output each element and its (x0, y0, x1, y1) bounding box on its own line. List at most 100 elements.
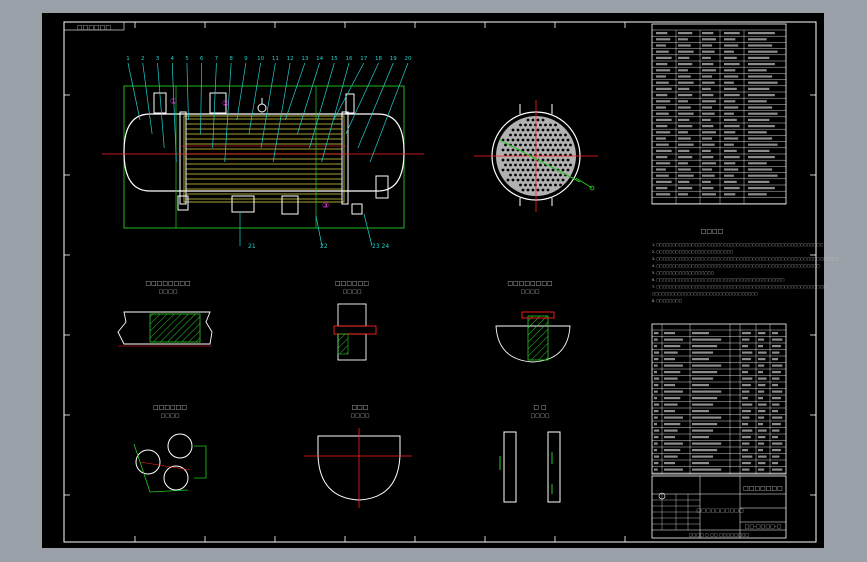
tube-hole (546, 178, 550, 182)
tube-hole (556, 138, 560, 142)
parts-cell-text (758, 390, 765, 393)
design-cell-text (748, 180, 770, 183)
parts-cell-text (758, 351, 767, 354)
tube-hole (541, 118, 545, 122)
design-cell-text (702, 75, 713, 78)
parts-cell-text (654, 371, 657, 374)
parts-cell-text (664, 390, 683, 393)
drawing-sheet: □□□□□□ 1 2 3 4 5 6 7 8 9 10 11 12 13 14 15 16 17 18 19 20 (42, 13, 839, 548)
tube-hole (561, 178, 565, 182)
design-cell-text (678, 75, 691, 78)
parts-cell-text (692, 351, 714, 354)
parts-cell-text (664, 364, 683, 367)
parts-cell-text (664, 416, 683, 419)
tube-hole (556, 178, 560, 182)
parts-cell-text (654, 449, 657, 452)
parts-cell-text (692, 332, 709, 335)
parts-cell-text (654, 332, 659, 335)
design-cell-text (656, 156, 668, 159)
tube-hole (534, 183, 537, 187)
design-cell-text (724, 193, 736, 196)
design-cell-text (748, 156, 775, 159)
design-cell-text (678, 106, 691, 109)
tube-hole (521, 168, 525, 172)
part-number: 16 (346, 56, 353, 62)
parts-cell-text (772, 371, 781, 374)
detail-5-title: □□□ (351, 404, 368, 411)
detail-2-hatch (337, 333, 349, 355)
design-cell-text (724, 149, 737, 152)
tube-hole (541, 148, 545, 152)
parts-cell-text (742, 384, 751, 387)
design-cell-text (702, 69, 716, 72)
tube-hole (544, 143, 547, 147)
tube-hole (526, 188, 530, 192)
tube-hole (529, 133, 532, 137)
design-cell-text (678, 87, 690, 90)
tube-hole (554, 143, 557, 147)
parts-cell-text (654, 384, 659, 387)
tube-hole (564, 143, 567, 147)
detail-4-scale: □□□□ (161, 413, 180, 419)
tube-hole (546, 138, 550, 142)
design-cell-text (702, 131, 716, 134)
tube-hole (541, 138, 545, 142)
tube-hole (514, 133, 517, 137)
design-cell-text (702, 106, 713, 109)
tube-hole (544, 123, 547, 127)
tube-hole (539, 183, 542, 187)
design-cell-text (656, 149, 672, 152)
design-cell-text (656, 174, 669, 177)
tube-hole (524, 123, 527, 127)
parts-cell-text (772, 384, 778, 387)
design-cell-text (702, 56, 711, 59)
tube-hole (539, 123, 542, 127)
design-cell-text (702, 174, 715, 177)
tube-hole (551, 138, 555, 142)
tube-hole (546, 128, 550, 132)
design-cell-text (702, 143, 715, 146)
parts-cell-text (772, 436, 778, 439)
part-number: 10 (257, 56, 264, 62)
design-cell-text (724, 112, 734, 115)
design-cell-text (724, 81, 734, 84)
tube-hole (511, 168, 515, 172)
drawing-name: □□□□□□□□□□ (696, 508, 744, 514)
design-cell-text (678, 118, 690, 121)
design-cell-text (748, 162, 767, 165)
tube-hole (514, 173, 517, 177)
tube-hole (521, 148, 525, 152)
tube-hole (551, 168, 555, 172)
tube-hole (504, 143, 507, 147)
parts-cell-text (742, 449, 748, 452)
design-cell-text (724, 143, 734, 146)
parts-cell-text (742, 436, 751, 439)
tube-hole (551, 158, 555, 162)
design-cell-text (656, 50, 669, 53)
tube-hole (536, 118, 540, 122)
parts-cell-text (742, 423, 748, 426)
tube-hole (501, 168, 505, 172)
detail-5-scale: □□□□ (351, 413, 370, 419)
parts-cell-text (654, 390, 658, 393)
parts-cell-text (654, 410, 659, 413)
design-cell-text (702, 137, 713, 140)
tube-hole (536, 148, 540, 152)
parts-cell-text (758, 384, 766, 387)
tube-hole (531, 118, 535, 122)
parts-cell-text (692, 384, 709, 387)
part-number: 4 (170, 56, 174, 62)
tube-hole (559, 133, 562, 137)
design-cell-text (656, 87, 672, 90)
weld-tag-3: ③ (322, 201, 329, 210)
design-cell-text (724, 187, 740, 190)
design-cell-text (724, 162, 736, 165)
detail-1-scale: □□□□ (159, 289, 178, 295)
company-name: □□□□□□□ (743, 485, 783, 492)
detail-1-title: □□□□□□□□ (145, 280, 190, 287)
tube-hole (539, 143, 542, 147)
design-cell-text (656, 118, 672, 121)
design-cell-text (748, 143, 778, 146)
parts-cell-text (692, 468, 722, 471)
design-cell-text (656, 180, 672, 183)
